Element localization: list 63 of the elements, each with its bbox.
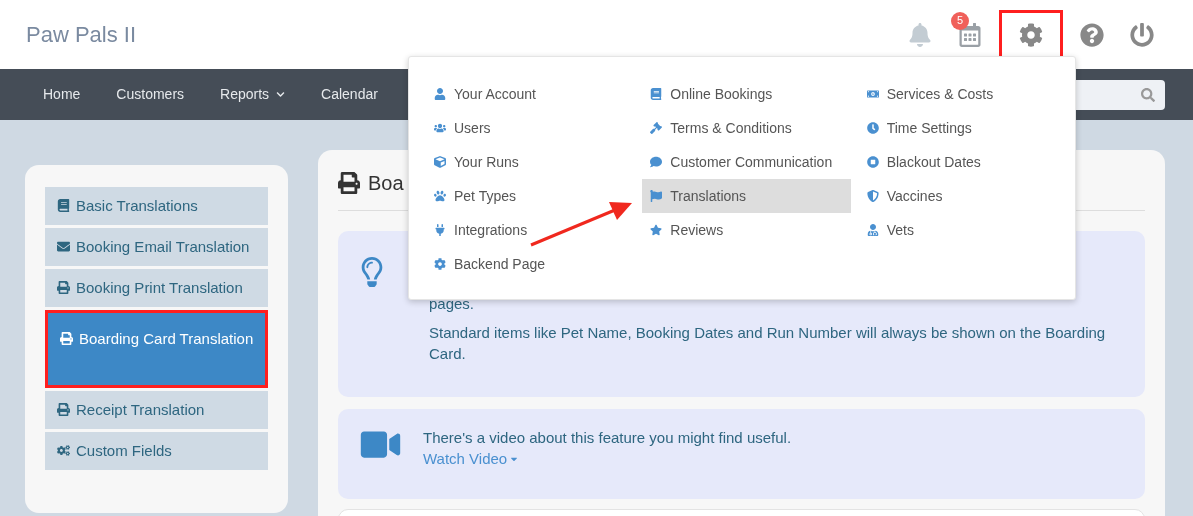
nav-link[interactable]: Reports [203, 84, 303, 105]
plug-icon [434, 224, 446, 236]
brand-name[interactable]: Paw Pals II [26, 18, 137, 51]
menu-item[interactable]: Customer Communication [642, 145, 852, 179]
printer-icon [57, 281, 70, 294]
stop-icon [866, 156, 879, 168]
gear-icon [434, 258, 446, 270]
menu-item[interactable]: Backend Page [426, 247, 635, 281]
menu-item[interactable]: Your Account [426, 77, 635, 111]
book-icon [57, 199, 70, 212]
gears-icon [57, 444, 70, 457]
clock-icon [866, 122, 879, 134]
lightbulb-icon [360, 257, 384, 287]
speech-bubble-icon [650, 156, 663, 168]
nav-link[interactable]: Home [26, 84, 98, 105]
sidebar-item[interactable]: Basic Translations [45, 187, 268, 225]
sidebar-item[interactable]: Boarding Card Translation [45, 310, 268, 388]
printer-icon [338, 172, 360, 194]
help-icon [1080, 22, 1104, 47]
shield-icon [866, 190, 879, 202]
menu-item[interactable]: Users [426, 111, 635, 145]
gavel-icon [650, 122, 663, 134]
menu-item[interactable]: Pet Types [426, 179, 635, 213]
paw-icon [434, 190, 446, 202]
video-text: There's a video about this feature you might find useful. [423, 428, 792, 448]
sidebar-item[interactable]: Custom Fields [45, 432, 268, 470]
menu-item[interactable]: Online Bookings [642, 77, 852, 111]
cube-icon [434, 156, 446, 168]
sidebar-item[interactable]: Booking Print Translation [45, 269, 268, 307]
nav-link[interactable]: Customers [99, 84, 202, 105]
tip-text: pages. [429, 294, 476, 314]
sidebar-item[interactable]: Receipt Translation [45, 391, 268, 429]
calendar-icon [958, 22, 982, 47]
envelope-icon [57, 240, 70, 253]
flag-icon [650, 190, 663, 202]
printer-icon [57, 403, 70, 416]
notification-badge: 5 [951, 11, 969, 30]
sidebar-item[interactable]: Booking Email Translation [45, 228, 268, 266]
settings-icon [1019, 22, 1043, 47]
menu-item[interactable]: Services & Costs [858, 77, 1068, 111]
users-icon [434, 122, 446, 134]
menu-item[interactable]: Terms & Conditions [642, 111, 852, 145]
menu-item[interactable]: Your Runs [426, 145, 635, 179]
page-title: Boa [368, 171, 404, 196]
menu-item[interactable]: Time Settings [858, 111, 1068, 145]
menu-item[interactable]: Vaccines [858, 179, 1068, 213]
menu-item[interactable]: Blackout Dates [858, 145, 1068, 179]
caret-icon [276, 90, 286, 99]
doctor-icon [866, 224, 879, 236]
money-icon [866, 88, 879, 100]
menu-item[interactable]: Translations [642, 179, 852, 213]
bell-icon [908, 22, 932, 47]
search-icon [1141, 87, 1155, 102]
nav-link[interactable]: Calendar [304, 84, 395, 105]
star-icon [650, 224, 663, 236]
tip-text: Standard items like Pet Name, Booking Dates and Run Number will always be shown on the Boarding Card. [429, 323, 1107, 364]
menu-item[interactable]: Integrations [426, 213, 635, 247]
menu-item[interactable]: Reviews [642, 213, 852, 247]
menu-item[interactable]: Vets [858, 213, 1068, 247]
printer-icon [60, 332, 73, 345]
book-icon [650, 88, 663, 100]
power-icon [1130, 22, 1154, 47]
user-icon [434, 88, 446, 100]
